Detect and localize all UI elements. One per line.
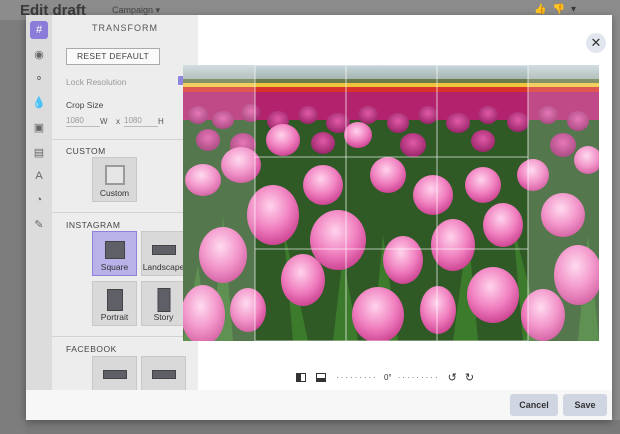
crop-width-unit: W [100,116,108,126]
preset-custom[interactable]: Custom [92,157,137,202]
divider [52,212,192,213]
preset-square-label: Square [100,262,129,272]
thumbs-up-icon: 👍 [534,4,553,15]
crop-height-input[interactable]: 1080 [124,115,158,127]
save-button[interactable]: Save [563,394,607,416]
tulip-photo[interactable] [183,65,599,341]
preset-custom-label: Custom [99,188,130,198]
tulip-photo-image [183,65,599,341]
facebook-shape [102,370,127,379]
panel-title: TRANSFORM [92,23,158,33]
editor-modal: # ◉ ⚬ 💧 ▣ ▤ A ◔ ✎ TRANSFORM RESET DEFAUL… [26,15,612,420]
filter-icon[interactable]: ◉ [30,45,48,63]
preset-facebook-2[interactable] [141,356,186,390]
square-shape [104,241,125,259]
divider [52,336,192,337]
rotation-angle: 0° [383,372,392,382]
crop-size-row: 1080 W x 1080 H [66,115,170,127]
cancel-button[interactable]: Cancel [510,394,558,416]
brush-icon[interactable]: ✎ [30,215,48,233]
thumbs-down-icon: 👎 [552,4,571,15]
crop-icon[interactable]: # [30,21,48,39]
modal-footer: Cancel Save [26,390,612,420]
flip-horizontal-icon[interactable] [296,372,306,382]
preset-portrait[interactable]: Portrait [92,281,137,326]
more-icon: ▾ [570,4,582,15]
sticker-icon[interactable]: ▤ [30,143,48,161]
crop-width-input[interactable]: 1080 [66,115,100,127]
divider [52,139,192,140]
lock-resolution-label: Lock Resolution [66,77,127,87]
paint-icon[interactable]: ◔ [30,191,48,209]
preset-facebook-1[interactable] [92,356,137,390]
landscape-shape [151,245,176,255]
frame-icon[interactable]: ▣ [30,118,48,136]
rotation-slider-right[interactable]: ········· [398,373,440,382]
preset-portrait-label: Portrait [100,312,129,322]
rotate-toolbar: ········· 0° ········· ↺ ↻ [296,371,474,384]
instagram-heading: INSTAGRAM [66,220,121,230]
background-bottom [26,420,620,434]
text-icon[interactable]: A [30,167,48,185]
rotate-left-icon[interactable]: ↺ [448,371,457,384]
facebook-shape [151,370,176,379]
custom-heading: CUSTOM [66,146,106,156]
story-shape [157,288,170,312]
reset-default-button[interactable]: RESET DEFAULT [66,48,160,65]
crop-times-sign: x [116,116,120,126]
portrait-shape [106,289,123,311]
transform-panel: TRANSFORM RESET DEFAULT Lock Resolution … [52,15,198,390]
background-left-strip [0,20,26,434]
preset-square[interactable]: Square [92,231,137,276]
adjust-icon[interactable]: ⚬ [30,69,48,87]
rotation-slider-left[interactable]: ········· [336,373,378,382]
preset-landscape-label: Landscape [142,262,185,272]
background-icons: 👍👎▾ [534,4,582,15]
crop-size-label: Crop Size [66,100,104,110]
facebook-heading: FACEBOOK [66,344,117,354]
flip-vertical-icon[interactable] [316,372,326,382]
tool-icon-bar: # ◉ ⚬ 💧 ▣ ▤ A ◔ ✎ [26,15,52,390]
rotate-right-icon[interactable]: ↻ [465,371,474,384]
preset-landscape[interactable]: Landscape [141,231,186,276]
drop-icon[interactable]: 💧 [30,93,48,111]
preset-story-label: Story [153,312,174,322]
preset-story[interactable]: Story [141,281,186,326]
crop-height-unit: H [158,116,164,126]
custom-shape [104,165,125,185]
close-icon[interactable]: ✕ [586,33,606,53]
